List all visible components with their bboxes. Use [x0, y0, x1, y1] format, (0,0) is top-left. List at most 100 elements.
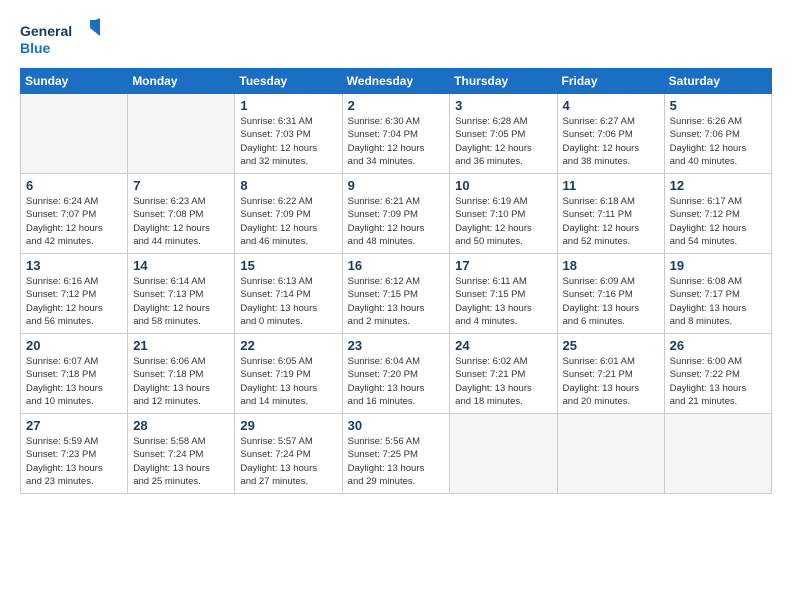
day-number: 7: [133, 178, 229, 193]
calendar-cell: 26 Sunrise: 6:00 AM Sunset: 7:22 PM Dayli…: [664, 334, 771, 414]
calendar-header: SundayMondayTuesdayWednesdayThursdayFrid…: [21, 69, 772, 94]
calendar-cell: 1 Sunrise: 6:31 AM Sunset: 7:03 PM Daylig…: [235, 94, 342, 174]
day-info: Sunrise: 5:57 AM Sunset: 7:24 PM Dayligh…: [240, 435, 336, 488]
page: General Blue SundayMondayTuesdayWednesda…: [0, 0, 792, 612]
day-info: Sunrise: 6:22 AM Sunset: 7:09 PM Dayligh…: [240, 195, 336, 248]
day-info: Sunrise: 6:13 AM Sunset: 7:14 PM Dayligh…: [240, 275, 336, 328]
day-info: Sunrise: 6:18 AM Sunset: 7:11 PM Dayligh…: [563, 195, 659, 248]
calendar-cell: 22 Sunrise: 6:05 AM Sunset: 7:19 PM Dayli…: [235, 334, 342, 414]
calendar-cell: 29 Sunrise: 5:57 AM Sunset: 7:24 PM Dayli…: [235, 414, 342, 494]
calendar-cell: 21Sunrise: 6:06 AM Sunset: 7:18 PM Dayli…: [128, 334, 235, 414]
calendar-cell: 28 Sunrise: 5:58 AM Sunset: 7:24 PM Dayli…: [128, 414, 235, 494]
calendar-cell: 7 Sunrise: 6:23 AM Sunset: 7:08 PM Daylig…: [128, 174, 235, 254]
day-number: 14: [133, 258, 229, 273]
day-info: Sunrise: 6:08 AM Sunset: 7:17 PM Dayligh…: [670, 275, 766, 328]
calendar-cell: 17Sunrise: 6:11 AM Sunset: 7:15 PM Dayli…: [450, 254, 557, 334]
calendar-cell: 6 Sunrise: 6:24 AM Sunset: 7:07 PM Daylig…: [21, 174, 128, 254]
calendar-cell: 16Sunrise: 6:12 AM Sunset: 7:15 PM Dayli…: [342, 254, 450, 334]
day-number: 29: [240, 418, 336, 433]
calendar-cell: 27Sunrise: 5:59 AM Sunset: 7:23 PM Dayli…: [21, 414, 128, 494]
calendar-cell: 9Sunrise: 6:21 AM Sunset: 7:09 PM Daylig…: [342, 174, 450, 254]
day-number: 11: [563, 178, 659, 193]
day-info: Sunrise: 6:11 AM Sunset: 7:15 PM Dayligh…: [455, 275, 551, 328]
day-number: 19: [670, 258, 766, 273]
day-number: 5: [670, 98, 766, 113]
day-number: 10: [455, 178, 551, 193]
day-number: 21: [133, 338, 229, 353]
day-info: Sunrise: 6:23 AM Sunset: 7:08 PM Dayligh…: [133, 195, 229, 248]
day-number: 22: [240, 338, 336, 353]
calendar-cell: 2Sunrise: 6:30 AM Sunset: 7:04 PM Daylig…: [342, 94, 450, 174]
calendar-cell: 25 Sunrise: 6:01 AM Sunset: 7:21 PM Dayli…: [557, 334, 664, 414]
calendar-cell: 15Sunrise: 6:13 AM Sunset: 7:14 PM Dayli…: [235, 254, 342, 334]
day-number: 20: [26, 338, 122, 353]
header: General Blue: [20, 18, 772, 60]
calendar-cell: 11 Sunrise: 6:18 AM Sunset: 7:11 PM Dayli…: [557, 174, 664, 254]
calendar-week: 1 Sunrise: 6:31 AM Sunset: 7:03 PM Daylig…: [21, 94, 772, 174]
calendar-cell: 24 Sunrise: 6:02 AM Sunset: 7:21 PM Dayli…: [450, 334, 557, 414]
weekday-header: Wednesday: [342, 69, 450, 94]
svg-text:General: General: [20, 23, 72, 39]
calendar-cell: 4 Sunrise: 6:27 AM Sunset: 7:06 PM Daylig…: [557, 94, 664, 174]
calendar-week: 13 Sunrise: 6:16 AM Sunset: 7:12 PM Dayli…: [21, 254, 772, 334]
day-number: 28: [133, 418, 229, 433]
day-number: 27: [26, 418, 122, 433]
day-info: Sunrise: 6:19 AM Sunset: 7:10 PM Dayligh…: [455, 195, 551, 248]
day-info: Sunrise: 6:24 AM Sunset: 7:07 PM Dayligh…: [26, 195, 122, 248]
day-info: Sunrise: 6:02 AM Sunset: 7:21 PM Dayligh…: [455, 355, 551, 408]
logo-svg: General Blue: [20, 18, 100, 60]
day-info: Sunrise: 6:16 AM Sunset: 7:12 PM Dayligh…: [26, 275, 122, 328]
calendar-week: 20 Sunrise: 6:07 AM Sunset: 7:18 PM Dayli…: [21, 334, 772, 414]
day-number: 6: [26, 178, 122, 193]
calendar-cell: [21, 94, 128, 174]
day-number: 12: [670, 178, 766, 193]
day-number: 23: [348, 338, 445, 353]
logo: General Blue: [20, 18, 100, 60]
calendar-cell: 20 Sunrise: 6:07 AM Sunset: 7:18 PM Dayli…: [21, 334, 128, 414]
day-info: Sunrise: 6:01 AM Sunset: 7:21 PM Dayligh…: [563, 355, 659, 408]
day-info: Sunrise: 6:07 AM Sunset: 7:18 PM Dayligh…: [26, 355, 122, 408]
day-info: Sunrise: 6:09 AM Sunset: 7:16 PM Dayligh…: [563, 275, 659, 328]
calendar-cell: 13 Sunrise: 6:16 AM Sunset: 7:12 PM Dayli…: [21, 254, 128, 334]
calendar-cell: 3 Sunrise: 6:28 AM Sunset: 7:05 PM Daylig…: [450, 94, 557, 174]
day-info: Sunrise: 6:31 AM Sunset: 7:03 PM Dayligh…: [240, 115, 336, 168]
calendar-week: 27Sunrise: 5:59 AM Sunset: 7:23 PM Dayli…: [21, 414, 772, 494]
calendar-cell: [128, 94, 235, 174]
day-info: Sunrise: 6:27 AM Sunset: 7:06 PM Dayligh…: [563, 115, 659, 168]
weekday-header: Tuesday: [235, 69, 342, 94]
day-info: Sunrise: 6:14 AM Sunset: 7:13 PM Dayligh…: [133, 275, 229, 328]
calendar-body: 1 Sunrise: 6:31 AM Sunset: 7:03 PM Daylig…: [21, 94, 772, 494]
day-info: Sunrise: 5:56 AM Sunset: 7:25 PM Dayligh…: [348, 435, 445, 488]
day-info: Sunrise: 6:00 AM Sunset: 7:22 PM Dayligh…: [670, 355, 766, 408]
calendar-cell: 30Sunrise: 5:56 AM Sunset: 7:25 PM Dayli…: [342, 414, 450, 494]
calendar-cell: 8Sunrise: 6:22 AM Sunset: 7:09 PM Daylig…: [235, 174, 342, 254]
day-number: 9: [348, 178, 445, 193]
day-number: 16: [348, 258, 445, 273]
svg-text:Blue: Blue: [20, 40, 51, 56]
weekday-row: SundayMondayTuesdayWednesdayThursdayFrid…: [21, 69, 772, 94]
weekday-header: Monday: [128, 69, 235, 94]
weekday-header: Saturday: [664, 69, 771, 94]
day-info: Sunrise: 5:58 AM Sunset: 7:24 PM Dayligh…: [133, 435, 229, 488]
calendar: SundayMondayTuesdayWednesdayThursdayFrid…: [20, 68, 772, 494]
calendar-cell: [450, 414, 557, 494]
day-number: 25: [563, 338, 659, 353]
day-number: 13: [26, 258, 122, 273]
day-info: Sunrise: 6:28 AM Sunset: 7:05 PM Dayligh…: [455, 115, 551, 168]
calendar-cell: 5 Sunrise: 6:26 AM Sunset: 7:06 PM Daylig…: [664, 94, 771, 174]
calendar-cell: 10 Sunrise: 6:19 AM Sunset: 7:10 PM Dayli…: [450, 174, 557, 254]
day-number: 24: [455, 338, 551, 353]
day-number: 1: [240, 98, 336, 113]
day-number: 3: [455, 98, 551, 113]
day-number: 4: [563, 98, 659, 113]
calendar-cell: [557, 414, 664, 494]
day-info: Sunrise: 6:05 AM Sunset: 7:19 PM Dayligh…: [240, 355, 336, 408]
day-number: 26: [670, 338, 766, 353]
calendar-cell: [664, 414, 771, 494]
weekday-header: Friday: [557, 69, 664, 94]
day-number: 18: [563, 258, 659, 273]
calendar-cell: 23 Sunrise: 6:04 AM Sunset: 7:20 PM Dayli…: [342, 334, 450, 414]
day-info: Sunrise: 6:26 AM Sunset: 7:06 PM Dayligh…: [670, 115, 766, 168]
day-info: Sunrise: 6:04 AM Sunset: 7:20 PM Dayligh…: [348, 355, 445, 408]
day-number: 2: [348, 98, 445, 113]
